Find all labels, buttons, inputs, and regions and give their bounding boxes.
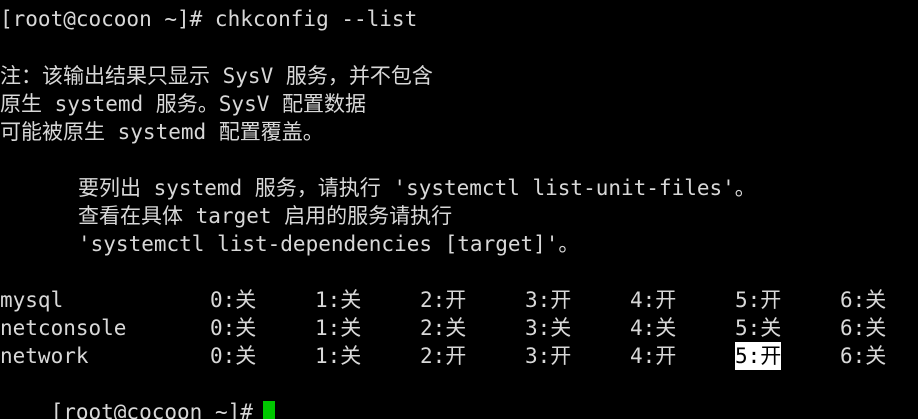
runlevel-5: 5:关 <box>735 316 782 340</box>
runlevel-2: 2:开 <box>420 344 467 368</box>
runlevel-1: 1:关 <box>315 288 362 312</box>
runlevel-5: 5:开 <box>735 288 782 312</box>
runlevel-4: 4:开 <box>630 344 677 368</box>
runlevel-0: 0:关 <box>210 344 257 368</box>
note-line-3: 可能被原生 systemd 配置覆盖。 <box>0 120 324 144</box>
service-name: netconsole <box>0 316 127 340</box>
runlevel-3: 3:开 <box>525 344 572 368</box>
runlevel-6: 6:关 <box>840 316 887 340</box>
command-line: [root@cocoon ~]# chkconfig --list <box>0 7 418 31</box>
shell-prompt: [root@cocoon ~]# <box>50 400 253 419</box>
note-line-2: 原生 systemd 服务。SysV 配置数据 <box>0 92 367 116</box>
runlevel-6: 6:关 <box>840 288 887 312</box>
hint-line-2: 查看在具体 target 启用的服务请执行 <box>78 204 453 228</box>
runlevel-5-selected-text[interactable]: 5:开 <box>735 342 782 370</box>
runlevel-3: 3:开 <box>525 288 572 312</box>
hint-line-1: 要列出 systemd 服务，请执行 'systemctl list-unit-… <box>78 176 756 200</box>
hint-line-3: 'systemctl list-dependencies [target]'。 <box>78 232 580 256</box>
runlevel-4: 4:开 <box>630 288 677 312</box>
runlevel-0: 0:关 <box>210 288 257 312</box>
runlevel-0: 0:关 <box>210 316 257 340</box>
terminal-window[interactable]: [root@cocoon ~]# chkconfig --list 注：该输出结… <box>0 0 918 419</box>
runlevel-1: 1:关 <box>315 344 362 368</box>
runlevel-2: 2:关 <box>420 316 467 340</box>
runlevel-2: 2:开 <box>420 288 467 312</box>
prompt-line[interactable]: [root@cocoon ~]# <box>0 370 275 419</box>
runlevel-6: 6:关 <box>840 344 887 368</box>
service-name: mysql <box>0 288 64 312</box>
runlevel-3: 3:关 <box>525 316 572 340</box>
service-name: network <box>0 344 89 368</box>
runlevel-1: 1:关 <box>315 316 362 340</box>
runlevel-4: 4:关 <box>630 316 677 340</box>
terminal-cursor <box>262 401 275 419</box>
note-line-1: 注：该输出结果只显示 SysV 服务，并不包含 <box>0 64 433 88</box>
